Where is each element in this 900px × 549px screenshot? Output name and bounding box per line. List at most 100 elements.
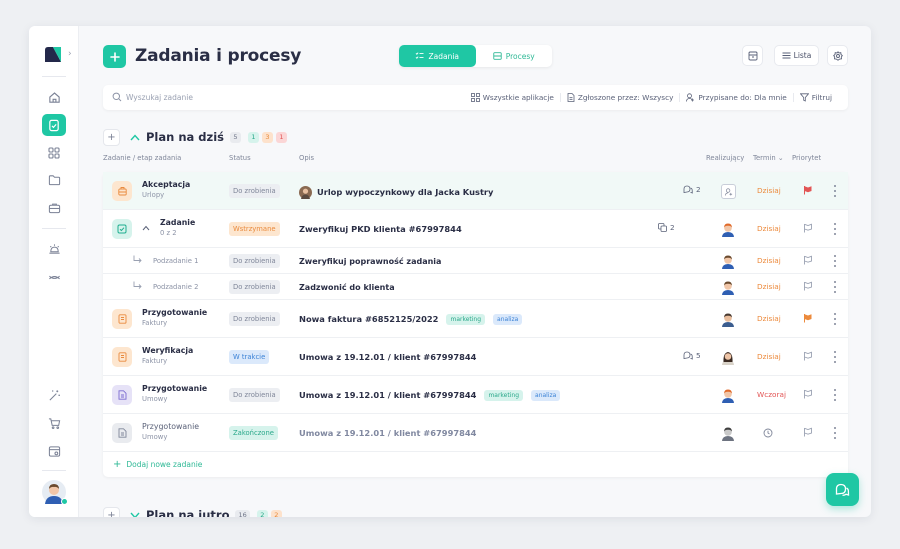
status-badge[interactable]: Do zrobienia — [229, 280, 280, 294]
more-options-icon[interactable] — [833, 255, 837, 267]
table-row[interactable]: Przygotowanie Umowy Zakończone Umowa z 1… — [103, 414, 848, 452]
tag-analiza[interactable]: analiza — [531, 390, 561, 401]
status-badge[interactable]: Do zrobienia — [229, 312, 280, 326]
status-badge[interactable]: W trakcie — [229, 350, 270, 364]
more-options-icon[interactable] — [833, 351, 837, 363]
column-header-priority[interactable]: Priorytet — [792, 154, 821, 162]
flag-icon[interactable] — [803, 281, 813, 291]
assignee-avatar[interactable] — [721, 350, 735, 365]
flag-high-icon[interactable] — [803, 185, 813, 195]
assignee-avatar[interactable] — [721, 222, 735, 237]
sidebar-divider — [42, 470, 66, 471]
tag-marketing[interactable]: marketing — [446, 314, 486, 325]
more-options-icon[interactable] — [833, 427, 837, 439]
magic-wand-icon[interactable] — [42, 384, 66, 406]
chevron-up-icon[interactable] — [130, 133, 140, 141]
more-options-icon[interactable] — [833, 223, 837, 235]
flag-icon[interactable] — [803, 255, 813, 265]
column-header-task[interactable]: Zadanie / etap zadania — [103, 154, 181, 162]
search-input[interactable] — [126, 91, 326, 104]
table-row[interactable]: Zadanie 0 z 2 Wstrzymane Zweryfikuj PKD … — [103, 210, 848, 248]
task-description[interactable]: Umowa z 19.12.01 / klient #67997844 mark… — [299, 390, 561, 401]
add-task-link[interactable]: + Dodaj nowe zadanie — [103, 452, 848, 477]
tag-analiza[interactable]: analiza — [493, 314, 523, 325]
add-button[interactable] — [103, 45, 126, 68]
more-options-icon[interactable] — [833, 185, 837, 197]
status-badge[interactable]: Do zrobienia — [229, 254, 280, 268]
comments-count[interactable]: 2 — [683, 185, 701, 194]
flag-icon[interactable] — [803, 223, 813, 233]
table-row-subtask[interactable]: Podzadanie 1 Do zrobienia Zweryfikuj pop… — [103, 248, 848, 274]
status-badge[interactable]: Wstrzymane — [229, 222, 280, 236]
folder-icon[interactable] — [42, 169, 66, 191]
more-options-icon[interactable] — [833, 281, 837, 293]
due-date[interactable]: Dzisiaj — [757, 186, 781, 196]
table-row[interactable]: Weryfikacja Faktury W trakcie Umowa z 19… — [103, 338, 848, 376]
filter-assigned-to[interactable]: Przypisane do: Dla mnie — [679, 93, 792, 102]
settings-panel-icon[interactable] — [42, 440, 66, 462]
tag-marketing[interactable]: marketing — [484, 390, 524, 401]
task-description[interactable]: Zweryfikuj PKD klienta #67997844 — [299, 224, 462, 235]
task-description[interactable]: Nowa faktura #6852125/2022 marketing ana… — [299, 314, 523, 325]
column-header-assignee[interactable]: Realizujący — [706, 154, 744, 162]
due-date[interactable]: Dzisiaj — [757, 282, 781, 292]
table-row[interactable]: Przygotowanie Faktury Do zrobienia Nowa … — [103, 300, 848, 338]
assignee-avatar[interactable] — [721, 312, 735, 327]
more-options-icon[interactable] — [833, 313, 837, 325]
task-description[interactable]: Umowa z 19.12.01 / klient #67997844 — [299, 352, 476, 363]
table-row-subtask[interactable]: Podzadanie 2 Do zrobienia Zadzwonić do k… — [103, 274, 848, 300]
assignee-avatar[interactable] — [721, 254, 735, 269]
task-description[interactable]: Zadzwonić do klienta — [299, 282, 395, 293]
due-date[interactable]: Dzisiaj — [757, 224, 781, 234]
task-description[interactable]: Zweryfikuj poprawność zadania — [299, 256, 441, 267]
flag-icon[interactable] — [803, 389, 813, 399]
archive-button[interactable] — [742, 45, 763, 66]
due-date[interactable]: Dzisiaj — [757, 314, 781, 324]
subtasks-count[interactable]: 2 — [658, 223, 675, 232]
comments-count[interactable]: 5 — [683, 351, 701, 360]
chat-button[interactable] — [826, 473, 859, 506]
status-badge[interactable]: Do zrobienia — [229, 184, 280, 198]
chevron-up-icon[interactable] — [142, 225, 150, 231]
assignee-avatar[interactable] — [721, 426, 735, 441]
status-badge[interactable]: Zakończone — [229, 426, 278, 440]
briefcase-icon[interactable] — [42, 197, 66, 219]
chevron-down-icon[interactable] — [130, 512, 140, 518]
filter-reported-by[interactable]: Zgłoszone przez: Wszyscy — [559, 93, 680, 102]
assignee-avatar[interactable] — [721, 388, 735, 403]
home-icon[interactable] — [42, 86, 66, 108]
tab-procesy[interactable]: Procesy — [476, 45, 553, 67]
tab-zadania[interactable]: Zadania — [399, 45, 476, 67]
invoice-icon — [112, 347, 132, 367]
column-header-desc[interactable]: Opis — [299, 154, 314, 162]
chevron-right-icon[interactable]: › — [68, 49, 72, 59]
more-options-icon[interactable] — [833, 389, 837, 401]
app-logo[interactable] — [43, 45, 63, 65]
task-description[interactable]: Urlop wypoczynkowy dla Jacka Kustry — [299, 186, 493, 199]
group-add-button[interactable]: + — [103, 128, 120, 146]
task-description[interactable]: Umowa z 19.12.01 / klient #67997844 — [299, 428, 476, 439]
group-add-button[interactable]: + — [103, 506, 120, 517]
filter-apps[interactable]: Wszystkie aplikacje — [465, 93, 560, 102]
column-header-status[interactable]: Status — [229, 154, 251, 162]
table-row[interactable]: Przygotowanie Umowy Do zrobienia Umowa z… — [103, 376, 848, 414]
eye-off-icon[interactable] — [42, 266, 66, 288]
table-row[interactable]: Akceptacja Urlopy Do zrobienia Urlop wyp… — [103, 172, 848, 210]
due-date[interactable]: Dzisiaj — [757, 352, 781, 362]
assignee-avatar[interactable] — [721, 280, 735, 295]
lamp-icon[interactable] — [42, 238, 66, 260]
tasks-icon[interactable] — [42, 114, 66, 136]
cart-icon[interactable] — [42, 412, 66, 434]
flag-icon[interactable] — [803, 351, 813, 361]
status-badge[interactable]: Do zrobienia — [229, 388, 280, 402]
due-date[interactable]: Dzisiaj — [757, 256, 781, 266]
flag-medium-icon[interactable] — [803, 313, 813, 323]
filter-button[interactable]: Filtruj — [792, 93, 838, 102]
assign-user-button[interactable] — [721, 184, 736, 199]
flag-icon[interactable] — [803, 427, 813, 437]
column-header-term[interactable]: Termin ⌄ — [753, 154, 784, 162]
settings-button[interactable] — [827, 45, 848, 66]
list-view-button[interactable]: Lista — [774, 45, 819, 66]
apps-grid-icon[interactable] — [42, 142, 66, 164]
due-date-overdue[interactable]: Wczoraj — [757, 390, 786, 400]
